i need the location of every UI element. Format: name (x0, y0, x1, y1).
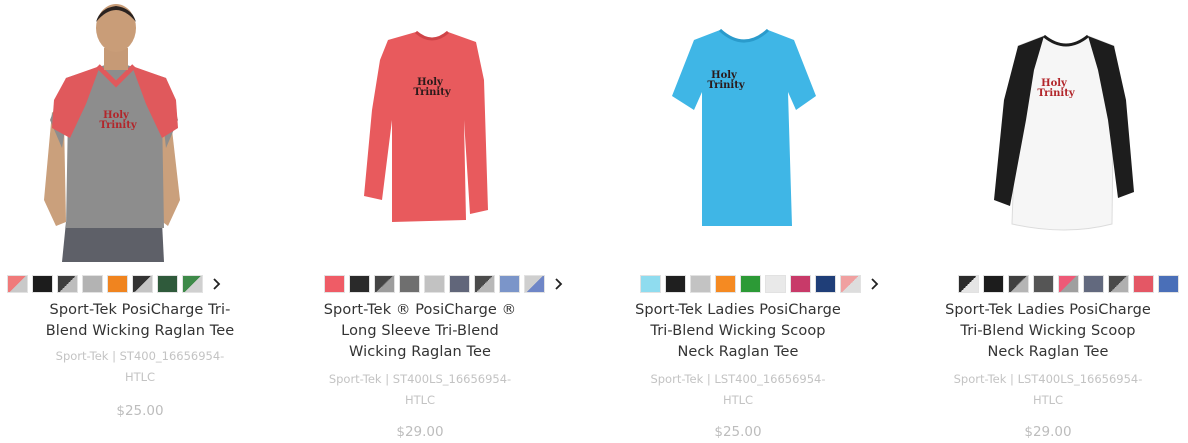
color-swatch[interactable] (499, 275, 520, 293)
next-swatches-icon[interactable] (869, 275, 881, 293)
product-grid: Holy Trinity Sport-Tek PosiCharge Tri- B… (0, 0, 1188, 443)
color-swatches (324, 275, 565, 293)
product-price: $29.00 (396, 424, 444, 440)
product-card[interactable]: Holy Trinity Sport-Tek Ladies PosiCharge… (908, 0, 1188, 443)
product-image[interactable]: Holy Trinity (598, 0, 878, 262)
color-swatch[interactable] (324, 275, 345, 293)
color-swatch[interactable] (1108, 275, 1129, 293)
logo-text: Trinity (99, 120, 137, 131)
color-swatch[interactable] (640, 275, 661, 293)
color-swatch[interactable] (1158, 275, 1179, 293)
product-image[interactable]: Holy Trinity (0, 0, 280, 262)
logo-text: Trinity (413, 87, 451, 98)
color-swatches (640, 275, 881, 293)
color-swatch[interactable] (715, 275, 736, 293)
color-swatch[interactable] (349, 275, 370, 293)
product-price: $29.00 (1024, 424, 1072, 440)
color-swatch[interactable] (182, 275, 203, 293)
color-swatch[interactable] (1133, 275, 1154, 293)
color-swatch[interactable] (958, 275, 979, 293)
color-swatch[interactable] (32, 275, 53, 293)
color-swatch[interactable] (57, 275, 78, 293)
color-swatch[interactable] (107, 275, 128, 293)
logo-text: Trinity (707, 80, 745, 91)
product-card[interactable]: Holy Trinity Sport-Tek ® PosiCharge ® Lo… (280, 0, 563, 443)
color-swatch[interactable] (1033, 275, 1054, 293)
color-swatch[interactable] (1083, 275, 1104, 293)
color-swatch[interactable] (765, 275, 786, 293)
product-price: $25.00 (714, 424, 762, 440)
color-swatches (958, 275, 1188, 293)
product-sku: Sport-Tek | LST400_16656954- HTLC (650, 372, 826, 407)
product-sku: Sport-Tek | ST400_16656954- HTLC (55, 349, 225, 384)
color-swatches (7, 275, 223, 293)
product-title[interactable]: Sport-Tek Ladies PosiCharge Tri-Blend Wi… (598, 300, 878, 363)
product-price: $25.00 (116, 403, 164, 419)
color-swatch[interactable] (1008, 275, 1029, 293)
color-swatch[interactable] (983, 275, 1004, 293)
color-swatch[interactable] (82, 275, 103, 293)
color-swatch[interactable] (157, 275, 178, 293)
color-swatch[interactable] (132, 275, 153, 293)
color-swatch[interactable] (815, 275, 836, 293)
product-card[interactable]: Holy Trinity Sport-Tek Ladies PosiCharge… (598, 0, 881, 443)
color-swatch[interactable] (399, 275, 420, 293)
color-swatch[interactable] (424, 275, 445, 293)
product-card[interactable]: Holy Trinity Sport-Tek PosiCharge Tri- B… (0, 0, 280, 443)
product-image[interactable]: Holy Trinity (280, 0, 560, 262)
product-sku: Sport-Tek | LST400LS_16656954- HTLC (953, 372, 1143, 407)
color-swatch[interactable] (665, 275, 686, 293)
product-sku: Sport-Tek | ST400LS_16656954- HTLC (328, 372, 512, 407)
color-swatch[interactable] (449, 275, 470, 293)
product-title[interactable]: Sport-Tek PosiCharge Tri- Blend Wicking … (0, 300, 280, 342)
product-title[interactable]: Sport-Tek ® PosiCharge ® Long Sleeve Tri… (280, 300, 560, 363)
color-swatch[interactable] (1058, 275, 1079, 293)
product-title[interactable]: Sport-Tek Ladies PosiCharge Tri-Blend Wi… (908, 300, 1188, 363)
next-swatches-icon[interactable] (211, 275, 223, 293)
color-swatch[interactable] (690, 275, 711, 293)
color-swatch[interactable] (790, 275, 811, 293)
logo-text: Trinity (1037, 88, 1075, 99)
color-swatch[interactable] (524, 275, 545, 293)
product-image[interactable]: Holy Trinity (908, 0, 1188, 262)
color-swatch[interactable] (840, 275, 861, 293)
color-swatch[interactable] (374, 275, 395, 293)
color-swatch[interactable] (740, 275, 761, 293)
color-swatch[interactable] (474, 275, 495, 293)
color-swatch[interactable] (7, 275, 28, 293)
next-swatches-icon[interactable] (553, 275, 565, 293)
